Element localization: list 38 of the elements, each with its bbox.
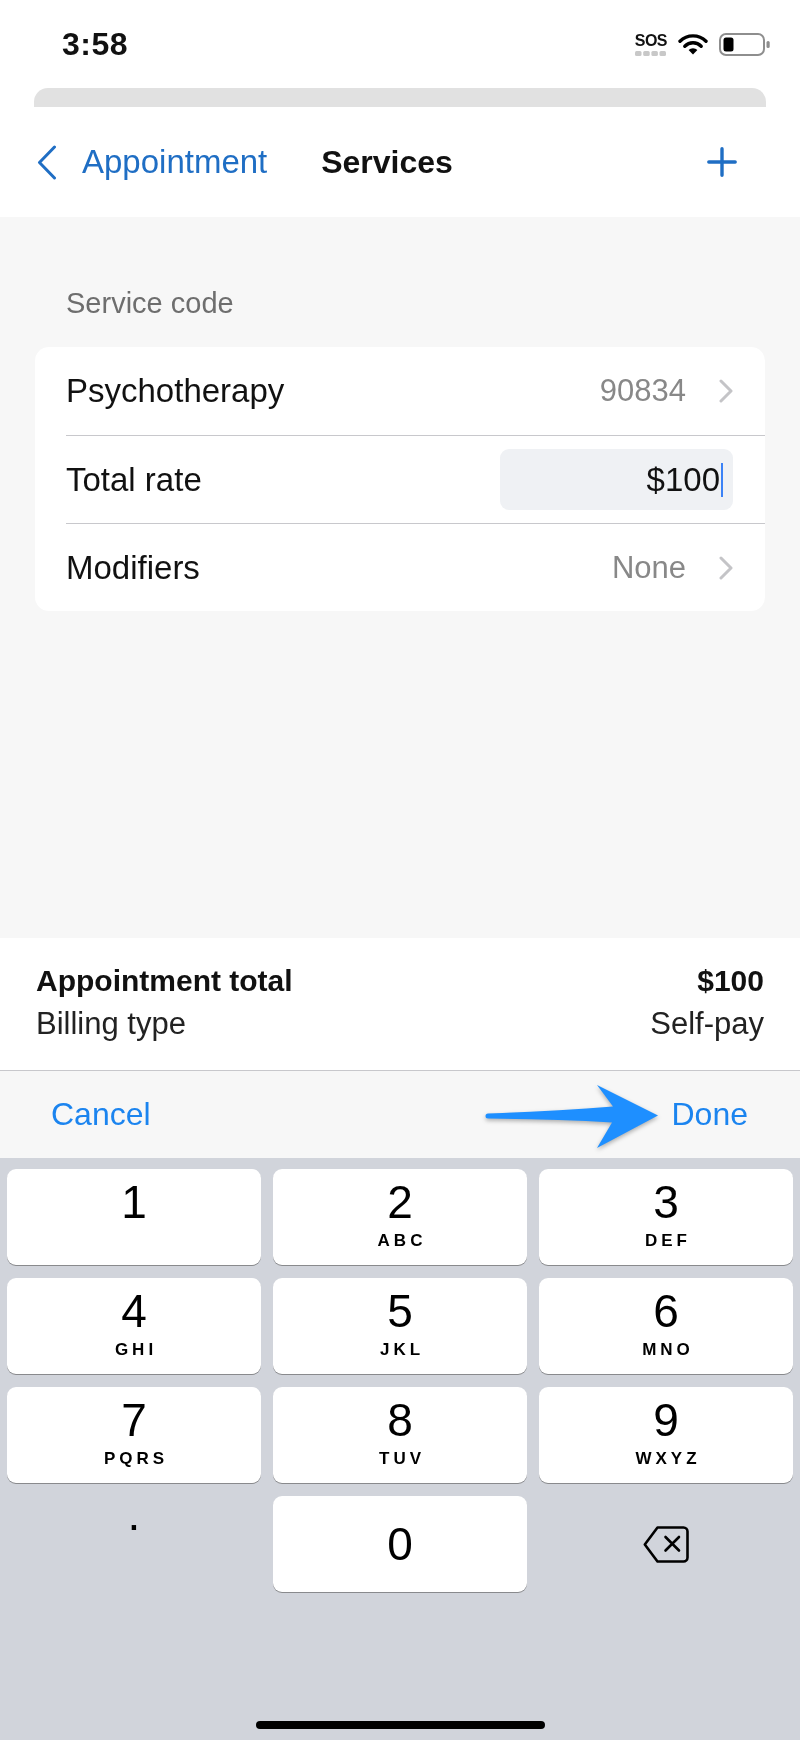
signal-dots-icon — [635, 50, 667, 56]
keypad-key[interactable]: 4 GHI — [7, 1278, 261, 1374]
keypad-key[interactable]: 3 DEF — [539, 1169, 793, 1265]
row-value: None — [611, 549, 686, 586]
summary-label: Billing type — [36, 1005, 186, 1042]
keypad-key[interactable]: 2 ABC — [273, 1169, 527, 1265]
screen-title: Services — [321, 143, 453, 181]
row-value: 90834 — [599, 373, 686, 409]
battery-icon — [719, 32, 770, 56]
done-button[interactable]: Done — [671, 1096, 748, 1133]
summary-value: Self-pay — [650, 1005, 764, 1042]
keypad-key[interactable]: 0 — [273, 1496, 527, 1592]
chevron-left-icon — [37, 144, 57, 180]
decimal-key[interactable]: . — [7, 1496, 261, 1592]
back-button[interactable]: Appointment — [37, 143, 268, 181]
cancel-button[interactable]: Cancel — [51, 1096, 151, 1133]
keypad-key[interactable]: 5 JKL — [273, 1278, 527, 1374]
backspace-icon — [643, 1525, 689, 1563]
row-label: Psychotherapy — [66, 372, 286, 410]
keypad-key[interactable]: 1 — [7, 1169, 261, 1265]
keypad-key[interactable]: 9 WXYZ — [539, 1387, 793, 1483]
summary-value: $100 — [697, 963, 764, 998]
rate-input[interactable]: $100 — [500, 449, 733, 510]
text-cursor-icon — [721, 462, 723, 497]
keypad-key[interactable]: 8 TUV — [273, 1387, 527, 1483]
keypad-key[interactable]: 6 MNO — [539, 1278, 793, 1374]
row-label: Modifiers — [66, 548, 201, 587]
wifi-icon — [678, 33, 708, 55]
signal-status-text: SOS — [634, 32, 667, 48]
add-button[interactable] — [707, 147, 737, 177]
status-time: 3:58 — [62, 25, 129, 63]
section-header: Service code — [66, 286, 235, 321]
row-label: Total rate — [66, 460, 203, 499]
plus-icon — [707, 147, 737, 177]
keypad-key[interactable]: 7 PQRS — [7, 1387, 261, 1483]
chevron-right-icon[interactable] — [719, 379, 733, 403]
chevron-right-icon[interactable] — [719, 555, 733, 580]
summary-label: Appointment total — [36, 963, 293, 998]
